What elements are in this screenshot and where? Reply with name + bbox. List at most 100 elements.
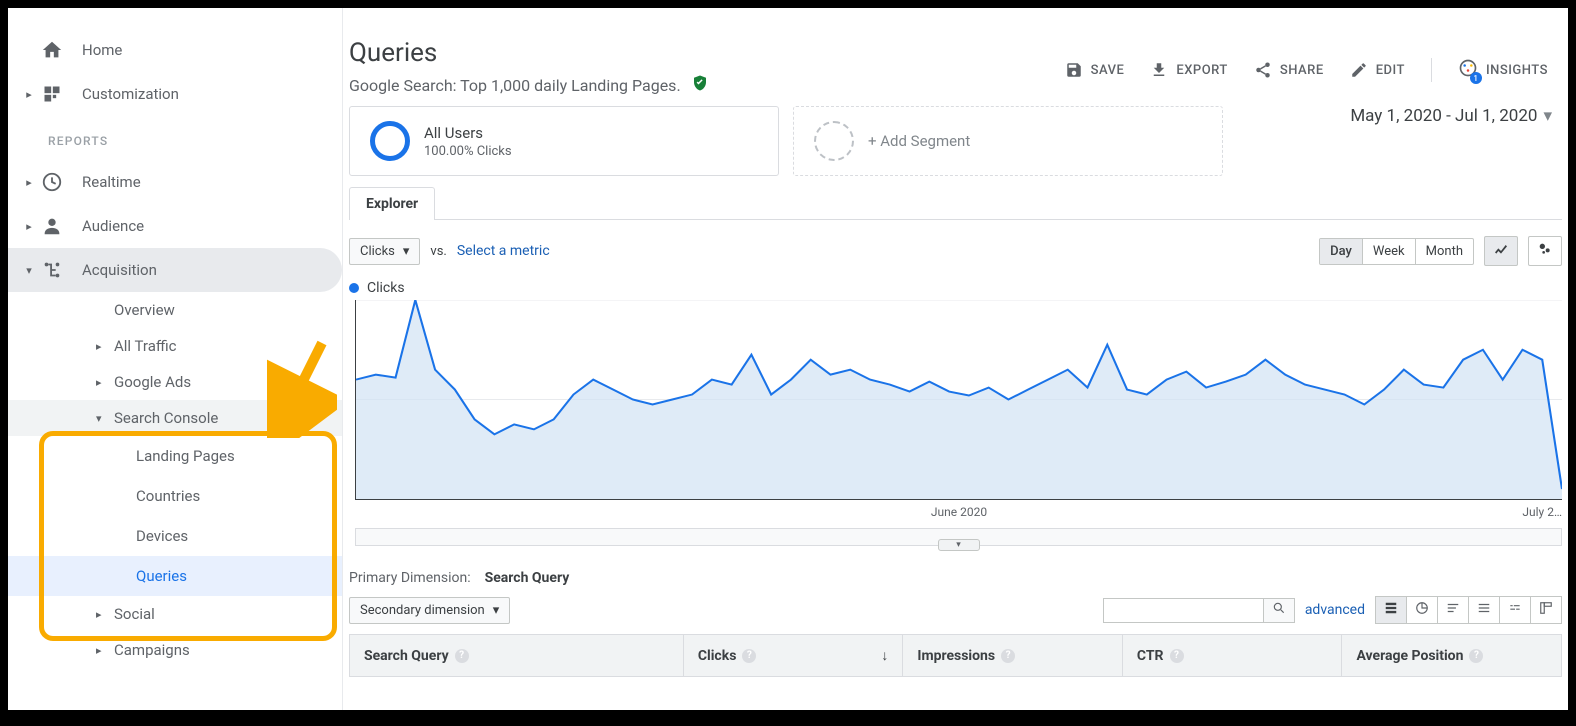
nav-home-label: Home (82, 41, 122, 59)
primary-dimension-value[interactable]: Search Query (485, 570, 570, 586)
sidebar: Home ▸ Customization REPORTS ▸ Realtime … (8, 8, 343, 710)
view-pie-button[interactable] (1407, 597, 1438, 623)
reports-section-label: REPORTS (8, 116, 342, 160)
segment-subtitle: 100.00% Clicks (424, 144, 512, 159)
share-button[interactable]: SHARE (1254, 61, 1324, 79)
granularity-toggle: Day Week Month (1319, 238, 1474, 265)
view-table-button[interactable] (1376, 597, 1407, 623)
segment-title: All Users (424, 124, 512, 142)
legend-dot-icon (349, 283, 359, 293)
add-segment-button[interactable]: + Add Segment (793, 106, 1223, 176)
x-tick-mid: June 2020 (931, 505, 987, 519)
table-search-button[interactable] (1263, 598, 1295, 623)
subnav-campaigns[interactable]: ▸ Campaigns (8, 632, 342, 668)
edit-button[interactable]: EDIT (1350, 61, 1405, 79)
subnav-social[interactable]: ▸ Social (8, 596, 342, 632)
view-pivot-button[interactable] (1531, 597, 1561, 623)
page-subtitle: Google Search: Top 1,000 daily Landing P… (349, 76, 681, 95)
view-performance-button[interactable] (1438, 597, 1469, 623)
nav-acquisition-label: Acquisition (82, 261, 157, 279)
header-actions: SAVE EXPORT SHARE EDIT (1065, 58, 1548, 82)
tabs: Explorer (349, 186, 1562, 220)
subnav-overview-label: Overview (114, 301, 175, 319)
acquisition-icon (40, 258, 64, 282)
chevron-down-icon: ▾ (493, 603, 500, 618)
subnav-campaigns-label: Campaigns (114, 641, 190, 659)
segment-all-users[interactable]: All Users 100.00% Clicks (349, 106, 779, 176)
segment-circle-icon (370, 121, 410, 161)
save-button[interactable]: SAVE (1065, 61, 1125, 79)
chart-type-line-button[interactable] (1484, 236, 1518, 266)
primary-dimension-label: Primary Dimension: (349, 570, 471, 586)
legend-label: Clicks (367, 280, 405, 296)
page-title: Queries (349, 38, 1065, 68)
main-content: Queries Google Search: Top 1,000 daily L… (343, 8, 1568, 710)
help-icon[interactable]: ? (455, 649, 469, 663)
table-view-toggles (1375, 596, 1562, 624)
divider (1431, 58, 1432, 82)
column-impressions[interactable]: Impressions ? (903, 635, 1123, 676)
granularity-day[interactable]: Day (1320, 239, 1363, 264)
nav-audience[interactable]: ▸ Audience (8, 204, 342, 248)
export-button[interactable]: EXPORT (1150, 61, 1227, 79)
help-icon[interactable]: ? (742, 649, 756, 663)
subsubnav-countries[interactable]: Countries (8, 476, 342, 516)
tab-explorer[interactable]: Explorer (349, 187, 435, 220)
nav-acquisition[interactable]: ▾ Acquisition (8, 248, 342, 292)
shield-icon (691, 74, 709, 96)
chart-type-motion-button[interactable] (1528, 236, 1562, 266)
view-comparison-button[interactable] (1469, 597, 1500, 623)
add-segment-label: + Add Segment (868, 132, 970, 150)
subnav-overview[interactable]: Overview (8, 292, 342, 328)
secondary-dimension-dropdown[interactable]: Secondary dimension ▾ (349, 597, 510, 624)
help-icon[interactable]: ? (1170, 649, 1184, 663)
chevron-right-icon: ▸ (96, 644, 106, 657)
time-range-slider[interactable]: ▾ (355, 528, 1562, 546)
nav-realtime[interactable]: ▸ Realtime (8, 160, 342, 204)
line-chart[interactable]: 200 100 June 2020 July 2… (355, 300, 1562, 500)
clock-icon (40, 170, 64, 194)
subnav-all-traffic[interactable]: ▸ All Traffic (8, 328, 342, 364)
chevron-down-icon: ▾ (96, 412, 106, 425)
subnav-google-ads[interactable]: ▸ Google Ads (8, 364, 342, 400)
help-icon[interactable]: ? (1469, 649, 1483, 663)
subsubnav-devices[interactable]: Devices (8, 516, 342, 556)
chart-svg (356, 300, 1562, 499)
table-search-input[interactable] (1103, 598, 1263, 623)
vs-label: vs. (430, 244, 446, 259)
date-range-picker[interactable]: May 1, 2020 - Jul 1, 2020 ▾ (1350, 106, 1562, 126)
subsubnav-landing-pages[interactable]: Landing Pages (8, 436, 342, 476)
chevron-right-icon: ▸ (96, 376, 106, 389)
sort-down-icon: ↓ (881, 647, 888, 664)
granularity-month[interactable]: Month (1416, 239, 1473, 264)
insights-icon: 1 (1458, 58, 1478, 82)
column-avg-position[interactable]: Average Position ? (1342, 635, 1561, 676)
granularity-week[interactable]: Week (1363, 239, 1416, 264)
customization-icon (40, 82, 64, 106)
insights-button[interactable]: 1 INSIGHTS (1458, 58, 1548, 82)
subsubnav-queries[interactable]: Queries (8, 556, 342, 596)
chevron-down-icon: ▾ (1543, 106, 1552, 126)
column-ctr[interactable]: CTR ? (1123, 635, 1343, 676)
view-term-cloud-button[interactable] (1500, 597, 1531, 623)
advanced-filter-link[interactable]: advanced (1305, 602, 1365, 618)
chevron-down-icon: ▾ (403, 244, 410, 259)
subnav-search-console[interactable]: ▾ Search Console (8, 400, 342, 436)
help-icon[interactable]: ? (1001, 649, 1015, 663)
column-clicks[interactable]: Clicks ? ↓ (684, 635, 904, 676)
metric-dropdown[interactable]: Clicks ▾ (349, 238, 420, 265)
add-segment-circle-icon (814, 121, 854, 161)
slider-handle-icon[interactable]: ▾ (938, 539, 980, 551)
subnav-all-traffic-label: All Traffic (114, 337, 177, 355)
column-search-query[interactable]: Search Query ? (350, 635, 684, 676)
nav-home[interactable]: Home (8, 28, 342, 72)
person-icon (40, 214, 64, 238)
chevron-right-icon: ▸ (96, 340, 106, 353)
search-icon (1272, 601, 1286, 615)
chevron-right-icon: ▸ (24, 176, 34, 189)
chevron-right-icon: ▸ (24, 220, 34, 233)
nav-audience-label: Audience (82, 217, 144, 235)
chevron-down-icon: ▾ (24, 264, 34, 277)
nav-customization[interactable]: ▸ Customization (8, 72, 342, 116)
select-metric-link[interactable]: Select a metric (457, 243, 550, 259)
